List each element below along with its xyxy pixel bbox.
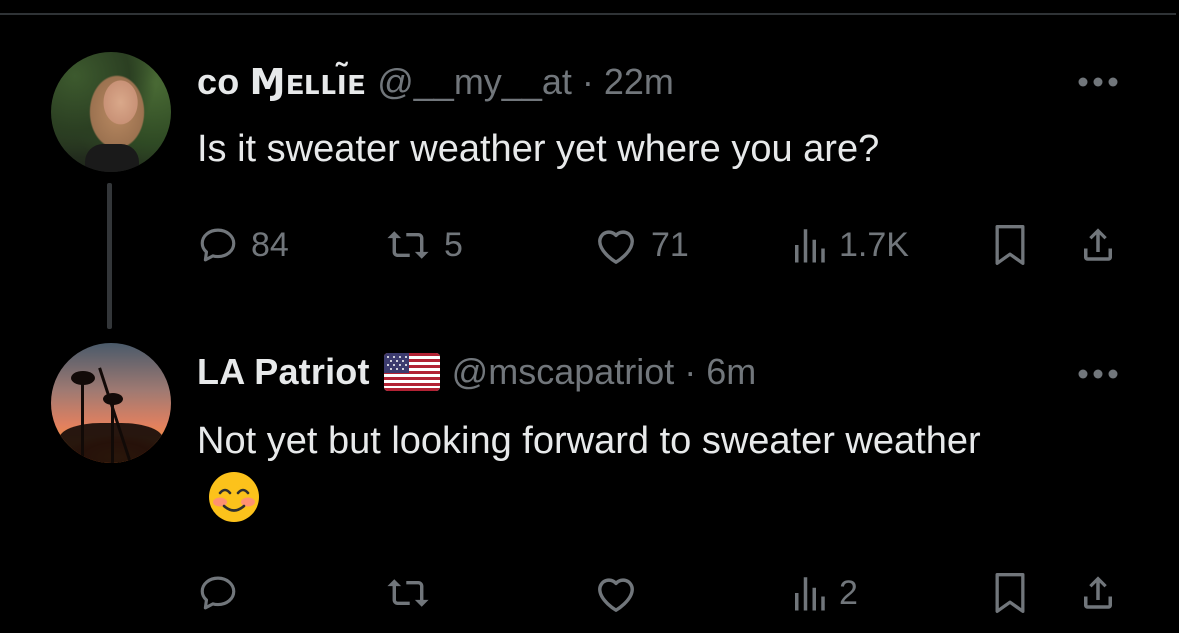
bar-chart-icon: [795, 577, 825, 611]
share-upload-icon: [1084, 576, 1112, 609]
display-name[interactable]: LA Patriot: [197, 351, 370, 393]
view-count: 2: [839, 573, 858, 612]
repost-button[interactable]: [384, 568, 444, 618]
reply-button[interactable]: [197, 568, 251, 618]
tweet[interactable]: LA Patriot @mscapatriot · 6m Not yet but…: [0, 330, 1179, 633]
bookmark-icon: [995, 225, 1025, 265]
repost-button[interactable]: 5: [384, 220, 463, 270]
repost-arrows-icon: [387, 231, 429, 259]
like-button[interactable]: 71: [593, 220, 689, 270]
share-button[interactable]: [1077, 568, 1119, 618]
views-button[interactable]: 1.7K: [791, 220, 909, 270]
repost-count: 5: [444, 225, 463, 264]
tweet-text: Is it sweater weather yet where you are?: [197, 128, 880, 170]
view-count: 1.7K: [839, 225, 909, 264]
reply-count: 84: [251, 225, 289, 264]
bar-chart-icon: [795, 229, 825, 263]
tweet-text-block: Not yet but looking forward to sweater w…: [197, 412, 1017, 529]
smiling-face-emoji-icon: [207, 470, 261, 524]
avatar[interactable]: [51, 343, 171, 463]
bookmark-button[interactable]: [991, 220, 1029, 270]
bookmark-button[interactable]: [991, 568, 1029, 618]
speech-bubble-icon: [200, 228, 236, 262]
handle-and-time[interactable]: @__my__at · 22m: [377, 61, 674, 103]
bookmark-icon: [995, 573, 1025, 613]
tweet-text: Not yet but looking forward to sweater w…: [197, 420, 981, 462]
heart-icon: [598, 230, 634, 264]
treeline-silhouette: [59, 423, 163, 463]
like-button[interactable]: [593, 568, 651, 618]
avatar[interactable]: [51, 52, 171, 172]
speech-bubble-icon: [200, 576, 236, 610]
views-button[interactable]: 2: [791, 568, 858, 618]
like-count: 71: [651, 225, 689, 264]
more-dots-icon[interactable]: [1077, 72, 1119, 92]
share-button[interactable]: [1077, 220, 1119, 270]
more-dots-icon[interactable]: [1077, 364, 1119, 384]
handle-and-time[interactable]: @mscapatriot · 6m: [452, 351, 757, 393]
action-bar: 84 5 71 1.7K: [197, 220, 1127, 270]
action-bar: 2: [197, 568, 1127, 618]
us-flag-icon: [383, 353, 440, 391]
display-name[interactable]: ᴄᴏ Ɱᴇʟʟı̃ᴇ: [197, 61, 365, 103]
repost-arrows-icon: [387, 579, 429, 607]
avatar-shirt: [85, 144, 139, 172]
share-upload-icon: [1084, 228, 1112, 261]
heart-icon: [598, 578, 634, 612]
tweet-header: LA Patriot @mscapatriot · 6m: [197, 351, 757, 393]
reply-button[interactable]: 84: [197, 220, 289, 270]
tweet[interactable]: ᴄᴏ Ɱᴇʟʟı̃ᴇ @__my__at · 22m Is it sweater…: [0, 0, 1179, 330]
tweet-header: ᴄᴏ Ɱᴇʟʟı̃ᴇ @__my__at · 22m: [197, 61, 674, 103]
palm-crown: [71, 371, 95, 385]
